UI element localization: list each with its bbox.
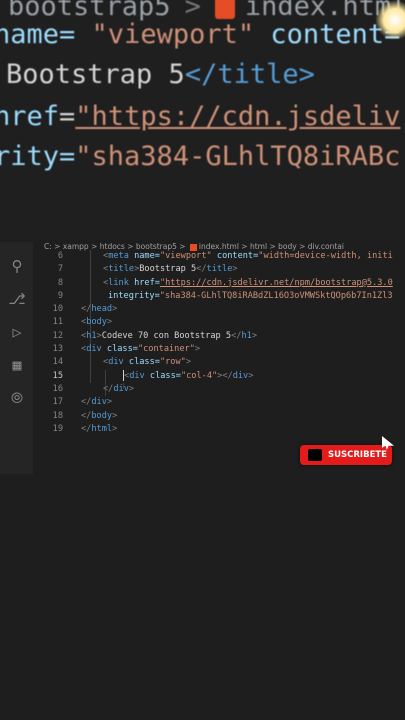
subscribe-icon (308, 449, 322, 461)
code-line: 7 <title>Bootstrap 5</title> (33, 263, 405, 276)
zoomed-code-view: bootstrap5 > index.html name= "viewport" c… (0, 0, 405, 240)
code-line: 17 </div> (33, 396, 405, 409)
search-icon[interactable]: ⚲ (7, 256, 27, 276)
heading-text: Codeve 70 con Bootstrap 5 (101, 330, 232, 341)
code-line: 10 </head> (33, 303, 405, 316)
light-glare (375, 0, 405, 40)
zoom-line-href: href="https://cdn.jsdeliv (0, 102, 400, 132)
attr: content= (216, 251, 259, 261)
line-number: 13 (52, 344, 63, 355)
line-content: <div class="container"> (81, 344, 201, 355)
zoom-href-attr: href (0, 101, 60, 132)
line-content: </div> (81, 397, 113, 408)
line-number: 15 (52, 370, 63, 381)
attr-value: "col-4" (180, 370, 218, 381)
code-line: 8 <link href="https://cdn.jsdelivr.net/n… (33, 277, 405, 290)
attr: class= (149, 370, 181, 381)
code-area[interactable]: 6 <meta name="viewport" content="width=d… (33, 250, 405, 436)
code-line: 18 </body> (33, 410, 405, 423)
line-content: <meta name="viewport" content="width=dev… (103, 251, 393, 261)
cdn-link[interactable]: "https://cdn.jsdelivr.net/npm/bootstrap@… (160, 278, 393, 288)
line-number: 19 (52, 423, 63, 434)
code-line: 14 <div class="row"> (33, 356, 405, 369)
line-content: <div class="col-4"></div> (123, 369, 254, 381)
line-content: </body> (81, 410, 118, 421)
remote-icon[interactable]: ⦾ (7, 388, 27, 408)
line-content: <link href="https://cdn.jsdelivr.net/npm… (103, 277, 393, 288)
attr: class= (106, 344, 138, 355)
source-control-icon[interactable]: ⎇ (7, 289, 27, 309)
attr-value: "width=device-width, initi (258, 251, 393, 261)
line-content: <h1>Codeve 70 con Bootstrap 5</h1> (81, 330, 257, 341)
line-content: </html> (81, 423, 118, 434)
line-number: 17 (52, 397, 63, 408)
code-line: 19 </html> (33, 423, 405, 436)
zoom-value: "viewport" (91, 19, 255, 50)
zoom-href-eq: = (59, 101, 76, 132)
line-content: <div class="row"> (103, 357, 192, 368)
code-editor: ⚲ ⎇ ▷ ▦ ⦾ C: > xampp > htdocs > bootstra… (0, 242, 405, 474)
line-number: 11 (52, 317, 63, 328)
zoom-line-integrity: rity="sha384-GLhlTQ8iRABc (0, 142, 400, 172)
zoom-title-close: </title> (184, 59, 315, 90)
activity-bar: ⚲ ⎇ ▷ ▦ ⦾ (0, 242, 33, 474)
line-number: 16 (52, 383, 63, 394)
code-line: 16 </div> (33, 383, 405, 396)
tag-name: meta (108, 251, 129, 261)
attr: integrity= (108, 290, 160, 301)
subscribe-label: SUSCRIBETE (328, 450, 387, 460)
attr: class= (128, 357, 160, 368)
line-number: 6 (57, 251, 63, 261)
attr-value: "container" (137, 344, 195, 355)
code-line: 13 <div class="container"> (33, 343, 405, 356)
line-number: 14 (52, 357, 63, 368)
code-line: 12 <h1>Codeve 70 con Bootstrap 5</h1> (33, 330, 405, 343)
code-line-current: 15 <div class="col-4"></div> (33, 369, 405, 383)
zoom-attr: name= (0, 19, 76, 50)
zoom-line-title: Bootstrap 5</title> (6, 60, 315, 90)
line-content: <title>Bootstrap 5</title> (103, 264, 238, 275)
line-number: 8 (57, 277, 63, 288)
line-number: 9 (57, 290, 63, 301)
title-text: Bootstrap 5 (139, 264, 197, 275)
html5-icon (214, 0, 235, 19)
attr: name= (134, 251, 160, 261)
zoom-line-meta: name= "viewport" content= (0, 20, 400, 50)
code-line: 9 integrity="sha384-GLhlTQ8iRABdZL16O3oV… (33, 290, 405, 303)
attr-value: "sha384-GLhlTQ8iRABdZL16O3oVMWSktQOp6b7I… (159, 290, 393, 301)
code-line: 11 <body> (33, 316, 405, 329)
code-line: 6 <meta name="viewport" content="width=d… (33, 250, 405, 263)
line-content: </div> (103, 383, 135, 394)
attr: href= (134, 277, 160, 288)
run-debug-icon[interactable]: ▷ (7, 322, 27, 342)
subscribe-button[interactable]: SUSCRIBETE (300, 436, 394, 465)
line-content: </head> (81, 304, 118, 315)
zoom-integrity-attr: rity= (0, 141, 76, 172)
attr-value: "row" (159, 357, 186, 368)
zoom-href-value: "https://cdn.jsdeliv (75, 101, 401, 132)
extensions-icon[interactable]: ▦ (7, 355, 27, 375)
line-number: 18 (52, 410, 63, 421)
line-number: 12 (52, 330, 63, 341)
zoom-title-text: Bootstrap 5 (6, 59, 185, 90)
line-number: 7 (57, 264, 63, 275)
line-content: <body> (81, 317, 113, 328)
zoom-integrity-value: "sha384-GLhlTQ8iRABc (75, 141, 401, 172)
attr-value: "viewport" (159, 251, 212, 261)
line-number: 10 (52, 304, 63, 315)
line-content: integrity="sha384-GLhlTQ8iRABdZL16O3oVMW… (108, 290, 393, 303)
